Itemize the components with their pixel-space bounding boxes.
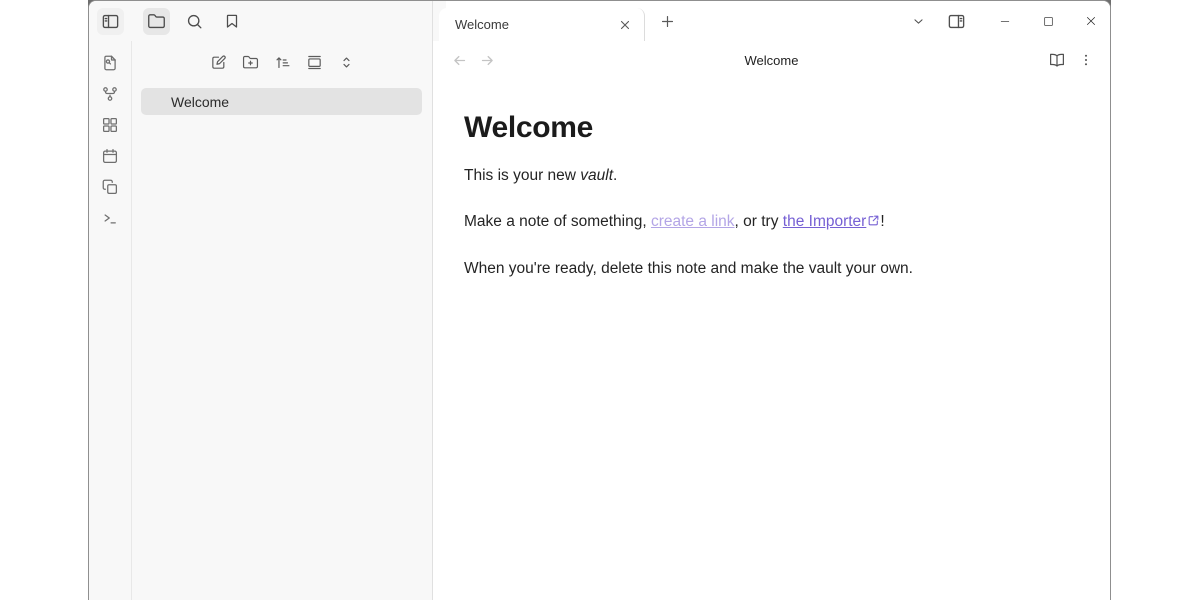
p1-italic: vault — [580, 167, 613, 184]
search-tab-button[interactable] — [181, 8, 208, 35]
importer-link[interactable]: the Importer — [783, 213, 867, 230]
git-fork-icon — [101, 85, 119, 103]
obsidian-window: Welcome Welcome — [88, 0, 1111, 600]
view-header: Welcome — [433, 41, 1110, 79]
navigate-forward-button[interactable] — [475, 48, 499, 72]
view-header-title: Welcome — [433, 53, 1110, 68]
file-item-label: Welcome — [171, 94, 229, 110]
new-note-button[interactable] — [206, 50, 230, 74]
layout-grid-icon — [101, 116, 119, 134]
tab-list-button[interactable] — [906, 9, 930, 33]
more-vertical-icon — [1078, 52, 1094, 68]
minimize-button[interactable] — [992, 8, 1018, 34]
navigate-back-button[interactable] — [447, 48, 471, 72]
sidebar-body: Welcome — [89, 41, 432, 600]
toggle-right-sidebar-button[interactable] — [944, 9, 968, 33]
minimize-icon — [998, 14, 1012, 28]
titlebar-right-controls — [906, 8, 1110, 34]
gallery-view-button[interactable] — [302, 50, 326, 74]
arrow-left-icon — [451, 52, 468, 69]
panel-right-icon — [947, 12, 966, 31]
main-pane: Welcome — [432, 1, 1110, 600]
p2-middle: , or try — [735, 213, 783, 230]
external-link-icon — [867, 214, 880, 227]
tab-bar: Welcome — [433, 1, 1110, 41]
file-explorer: Welcome — [132, 41, 432, 600]
reading-mode-button[interactable] — [1045, 48, 1069, 72]
p1-end: . — [613, 167, 617, 184]
book-open-icon — [1048, 51, 1066, 69]
toggle-left-sidebar-button[interactable] — [97, 8, 124, 35]
command-palette-button[interactable] — [97, 205, 123, 231]
bookmarks-tab-button[interactable] — [218, 8, 245, 35]
canvas-button[interactable] — [97, 112, 123, 138]
copy-icon — [101, 178, 119, 196]
paragraph-2: Make a note of something, create a link,… — [464, 211, 1070, 233]
chevrons-up-down-icon — [338, 54, 355, 71]
close-window-button[interactable] — [1078, 8, 1104, 34]
bookmark-icon — [223, 12, 241, 30]
templates-button[interactable] — [97, 174, 123, 200]
files-tab-button[interactable] — [143, 8, 170, 35]
quick-switcher-button[interactable] — [97, 50, 123, 76]
note-title: Welcome — [464, 111, 1070, 145]
search-icon — [185, 12, 204, 31]
maximize-icon — [1042, 15, 1055, 28]
p2-text: Make a note of something, — [464, 213, 651, 230]
panel-left-icon — [101, 12, 120, 31]
folder-icon — [147, 12, 166, 31]
chevron-down-icon — [912, 15, 925, 28]
sidebar-toolbar — [89, 1, 432, 41]
tab-label: Welcome — [455, 17, 614, 32]
paragraph-3: When you're ready, delete this note and … — [464, 258, 1070, 280]
file-search-icon — [101, 54, 119, 72]
explorer-actions — [132, 41, 432, 83]
gallery-vertical-icon — [306, 54, 323, 71]
tab-welcome[interactable]: Welcome — [439, 8, 645, 41]
create-a-link-link[interactable]: create a link — [651, 213, 735, 230]
daily-note-button[interactable] — [97, 143, 123, 169]
tab-close-button[interactable] — [614, 14, 636, 36]
square-pen-icon — [210, 54, 227, 71]
more-options-button[interactable] — [1074, 48, 1098, 72]
close-window-icon — [1084, 14, 1098, 28]
arrow-right-icon — [479, 52, 496, 69]
note-content: Welcome This is your new vault. Make a n… — [433, 79, 1110, 304]
terminal-icon — [101, 209, 119, 227]
maximize-button[interactable] — [1035, 8, 1061, 34]
p1-text: This is your new — [464, 167, 580, 184]
calendar-icon — [101, 147, 119, 165]
ribbon — [89, 41, 132, 600]
plus-icon — [659, 13, 676, 30]
file-item-welcome[interactable]: Welcome — [141, 88, 422, 115]
folder-plus-icon — [242, 54, 259, 71]
paragraph-1: This is your new vault. — [464, 165, 1070, 187]
p2-end: ! — [880, 213, 884, 230]
collapse-expand-button[interactable] — [334, 50, 358, 74]
close-icon — [618, 18, 632, 32]
left-sidebar: Welcome — [89, 1, 432, 600]
new-folder-button[interactable] — [238, 50, 262, 74]
view-header-actions — [1045, 48, 1098, 72]
graph-view-button[interactable] — [97, 81, 123, 107]
sort-order-button[interactable] — [270, 50, 294, 74]
new-tab-button[interactable] — [655, 9, 679, 33]
sort-asc-icon — [274, 54, 291, 71]
